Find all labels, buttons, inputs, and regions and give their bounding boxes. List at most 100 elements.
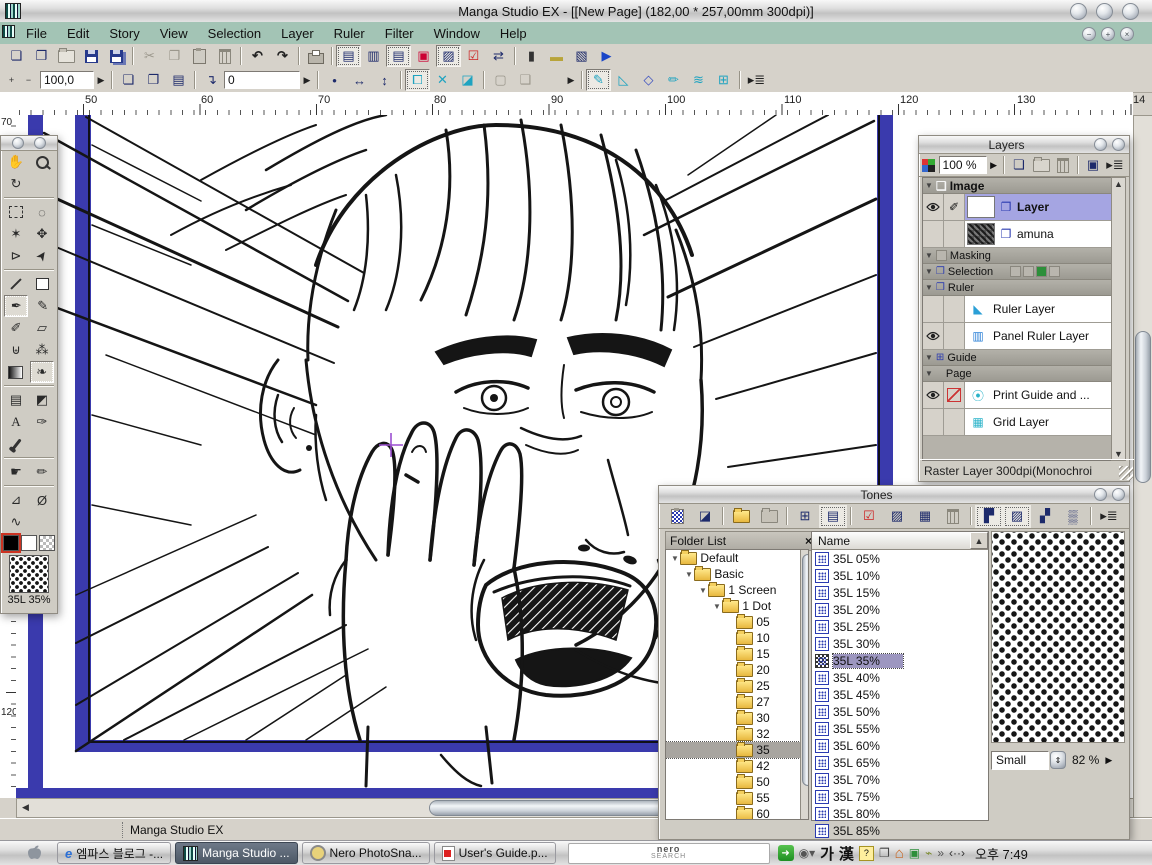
folder-42[interactable]: 42: [666, 758, 808, 774]
more-icon[interactable]: ▶: [564, 69, 578, 91]
direct-select-tool-icon[interactable]: ➤: [27, 241, 56, 270]
resize-grip[interactable]: [1119, 466, 1133, 480]
selection-add-icon[interactable]: [1036, 266, 1047, 277]
magic-wand-tool-icon[interactable]: ✶: [5, 224, 27, 244]
copy-icon[interactable]: ❐: [162, 45, 187, 67]
collapse-arrow-icon[interactable]: ▼: [925, 283, 933, 292]
chevron-more-icon[interactable]: »: [937, 846, 944, 860]
tones-palette-titlebar[interactable]: Tones: [659, 486, 1129, 504]
pen-ruler-icon[interactable]: ✎: [586, 69, 611, 91]
open-icon[interactable]: [54, 45, 79, 67]
layer-group-image[interactable]: ▼❏ Image: [923, 178, 1114, 194]
delete-layer-icon[interactable]: [1052, 154, 1074, 176]
folder-60[interactable]: 60: [666, 806, 808, 820]
scroll-up-icon[interactable]: ▲: [970, 532, 988, 549]
jump-page-icon[interactable]: ↴: [199, 69, 224, 91]
palette-close-button[interactable]: [1112, 488, 1125, 501]
properties-palette-icon[interactable]: ☑: [461, 45, 486, 67]
draw-toggle[interactable]: [944, 221, 965, 247]
rotate-canvas-tool-icon[interactable]: ↻: [5, 174, 27, 194]
selection-mode-icon[interactable]: ▢: [488, 69, 513, 91]
tone-item[interactable]: 35L 75%: [812, 788, 988, 805]
folder-up-icon[interactable]: [727, 505, 755, 528]
layer-row-panel-ruler-layer[interactable]: ▥ Panel Ruler Layer: [923, 323, 1114, 350]
scroll-left-icon[interactable]: ◀: [19, 801, 32, 814]
curve-ruler-tool-icon[interactable]: ∿: [5, 512, 27, 532]
new-tone-folder-icon[interactable]: [755, 505, 783, 528]
tone-item[interactable]: 35L 80%: [812, 805, 988, 822]
layer-row-layer[interactable]: ✐ ❐ Layer: [923, 194, 1114, 221]
fill-tool-icon[interactable]: ⊎: [5, 340, 27, 360]
white-color-swatch[interactable]: [21, 535, 37, 551]
pattern-pen-tool-icon[interactable]: ✏: [31, 462, 53, 482]
snap-off-icon[interactable]: ✕: [430, 69, 455, 91]
collapse-arrow-icon[interactable]: ▼: [925, 369, 933, 378]
home-icon[interactable]: ⌂: [895, 845, 904, 862]
layer-group-guide[interactable]: ▼⊞ Guide: [923, 350, 1114, 366]
zoom-in-icon[interactable]: +: [4, 73, 19, 87]
doc-restore-button[interactable]: +: [1101, 27, 1115, 41]
save-all-icon[interactable]: [104, 45, 129, 67]
draw-pen-icon[interactable]: ✐: [944, 194, 965, 220]
collapse-arrow-icon[interactable]: ▼: [925, 267, 933, 276]
eraser-tool-icon[interactable]: ▱: [31, 318, 53, 338]
panel-cutter-tool-icon[interactable]: ◩: [31, 390, 53, 410]
fit-width-icon[interactable]: ↔: [347, 69, 372, 91]
object-selector-tool-icon[interactable]: ⊳: [5, 246, 27, 266]
paste-icon[interactable]: [187, 45, 212, 67]
pages-icon[interactable]: ▤: [166, 69, 191, 91]
layer-row-print-guide[interactable]: ⦿ Print Guide and ...: [923, 382, 1114, 409]
tools-palette-icon[interactable]: ▤: [336, 45, 361, 67]
tone-item[interactable]: 35L 20%: [812, 601, 988, 618]
snap-ruler-icon[interactable]: ◪: [455, 69, 480, 91]
folder-1screen[interactable]: ▼ 1 Screen: [666, 582, 808, 598]
toolbar-menu-icon[interactable]: ▸≣: [744, 69, 769, 91]
visibility-toggle[interactable]: [923, 296, 944, 322]
tone-item[interactable]: 35L 05%: [812, 550, 988, 567]
doc-minimize-button[interactable]: −: [1082, 27, 1096, 41]
tone-item[interactable]: 35L 40%: [812, 669, 988, 686]
menu-edit[interactable]: Edit: [57, 26, 99, 41]
folder-20[interactable]: 20: [666, 662, 808, 678]
tones-palette-icon[interactable]: ▨: [436, 45, 461, 67]
network-icon[interactable]: ‹··›: [949, 846, 965, 860]
visibility-toggle[interactable]: [923, 409, 944, 435]
replace-tone-icon[interactable]: ◪: [691, 505, 719, 528]
folder-default[interactable]: ▼ Default: [666, 550, 808, 566]
zoom-out-icon[interactable]: −: [21, 73, 36, 87]
menu-help[interactable]: Help: [490, 26, 537, 41]
new-layer-folder-icon[interactable]: [1030, 154, 1052, 176]
layer-row-ruler-layer[interactable]: ◣ Ruler Layer: [923, 296, 1114, 323]
menu-file[interactable]: File: [16, 26, 57, 41]
tone-item[interactable]: 35L 45%: [812, 686, 988, 703]
lasso-tool-icon[interactable]: ◌: [31, 202, 53, 222]
folder-05[interactable]: 05: [666, 614, 808, 630]
layers-scrollbar[interactable]: ▲ ▼: [1111, 177, 1126, 461]
tone-item[interactable]: 35L 10%: [812, 567, 988, 584]
list-view-icon[interactable]: ▤: [819, 505, 847, 528]
snap-panel-icon[interactable]: ⧠: [405, 69, 430, 91]
view-pattern-icon[interactable]: ▨: [1003, 505, 1031, 528]
collapse-arrow-icon[interactable]: ▼: [925, 353, 933, 362]
selection-frame-icon[interactable]: ❑: [513, 69, 538, 91]
folder-basic[interactable]: ▼ Basic: [666, 566, 808, 582]
draw-toggle[interactable]: [944, 296, 965, 322]
palette-collapse-button[interactable]: [12, 137, 24, 149]
visibility-toggle[interactable]: [923, 221, 944, 247]
maximize-button[interactable]: [1096, 3, 1113, 20]
view-thumb-label-icon[interactable]: ▛: [975, 505, 1003, 528]
palette-collapse-button[interactable]: [1094, 138, 1107, 151]
switch-palettes-icon[interactable]: ⇄: [486, 45, 511, 67]
folder-30[interactable]: 30: [666, 710, 808, 726]
tone-item[interactable]: 35L 25%: [812, 618, 988, 635]
tone-item[interactable]: 35L 65%: [812, 754, 988, 771]
palette-close-button[interactable]: [34, 137, 46, 149]
print-icon[interactable]: [303, 45, 328, 67]
folder-1dot[interactable]: ▼ 1 Dot: [666, 598, 808, 614]
folder-tree-scrollbar[interactable]: [800, 550, 809, 819]
text-tool-icon[interactable]: A: [5, 412, 27, 432]
shape-tool-icon[interactable]: [31, 274, 53, 294]
finger-tool-icon[interactable]: ☛: [5, 462, 27, 482]
ink-line-tool-icon[interactable]: ✑: [31, 412, 53, 432]
tone-item-selected[interactable]: 35L 35%: [812, 652, 988, 669]
